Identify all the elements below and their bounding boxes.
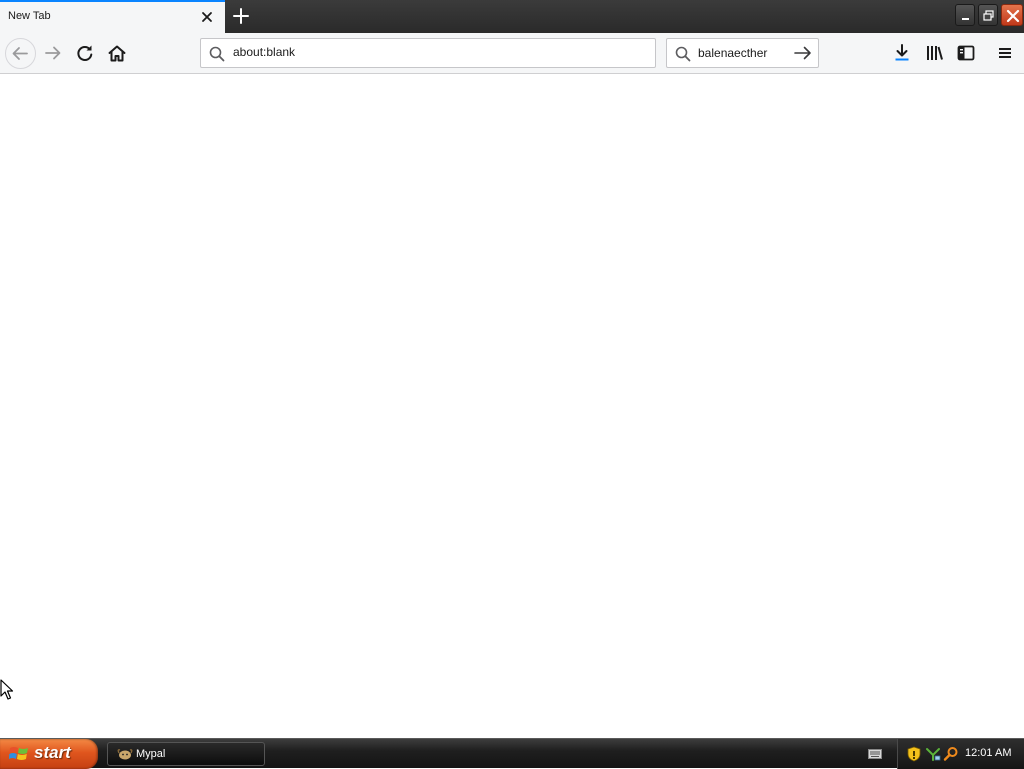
mouse-cursor-icon [0,679,14,700]
keyboard-icon[interactable] [868,748,882,760]
forward-button[interactable] [38,39,68,69]
navigation-toolbar: about:blank balenaecther [0,33,1024,74]
home-button[interactable] [102,39,132,69]
system-tray: 12:01 AM [897,739,1024,769]
windows-logo-icon [9,747,28,760]
close-window-button[interactable] [1001,4,1023,26]
mypal-app-icon [117,749,133,760]
sidebar-icon [957,45,975,61]
reload-icon [77,45,93,61]
download-icon [895,44,909,61]
url-input[interactable]: about:blank [233,45,295,59]
taskbar-item-label: Mypal [136,748,166,760]
reload-button[interactable] [70,39,100,69]
library-button[interactable] [921,40,947,66]
page-content [0,74,1024,738]
tab-title: New Tab [8,10,51,22]
arrow-right-icon [45,46,61,60]
new-tab-plus-icon[interactable] [230,5,252,27]
search-icon[interactable] [943,746,959,762]
restore-button[interactable] [978,4,998,26]
minimize-icon [962,18,969,20]
sidebar-toggle-button[interactable] [953,40,979,66]
search-input[interactable]: balenaecther [698,46,767,60]
library-icon [927,46,943,60]
search-bar[interactable]: balenaecther [666,38,819,68]
restore-icon [983,10,994,21]
search-icon [209,46,225,62]
security-shield-icon[interactable] [907,746,921,762]
network-icon[interactable] [925,746,941,762]
taskbar-item-mypal[interactable]: Mypal [107,742,265,766]
home-icon [108,45,126,62]
arrow-left-icon [12,47,28,60]
start-label: start [34,743,71,762]
clock: 12:01 AM [965,747,1012,759]
taskbar: start Mypal 12:01 AM [0,738,1024,769]
address-bar[interactable]: about:blank [200,38,656,68]
close-icon[interactable] [199,9,215,25]
start-button[interactable]: start [0,739,98,769]
downloads-button[interactable] [889,40,915,66]
tab-new-tab[interactable]: New Tab [0,0,225,33]
open-menu-button[interactable] [992,40,1018,66]
minimize-button[interactable] [955,4,975,26]
close-icon [1006,9,1020,23]
search-icon [675,46,691,62]
back-button[interactable] [5,38,36,69]
hamburger-menu-icon [999,48,1011,58]
search-go-arrow-icon[interactable] [793,44,813,62]
tab-strip: New Tab [0,0,1024,33]
